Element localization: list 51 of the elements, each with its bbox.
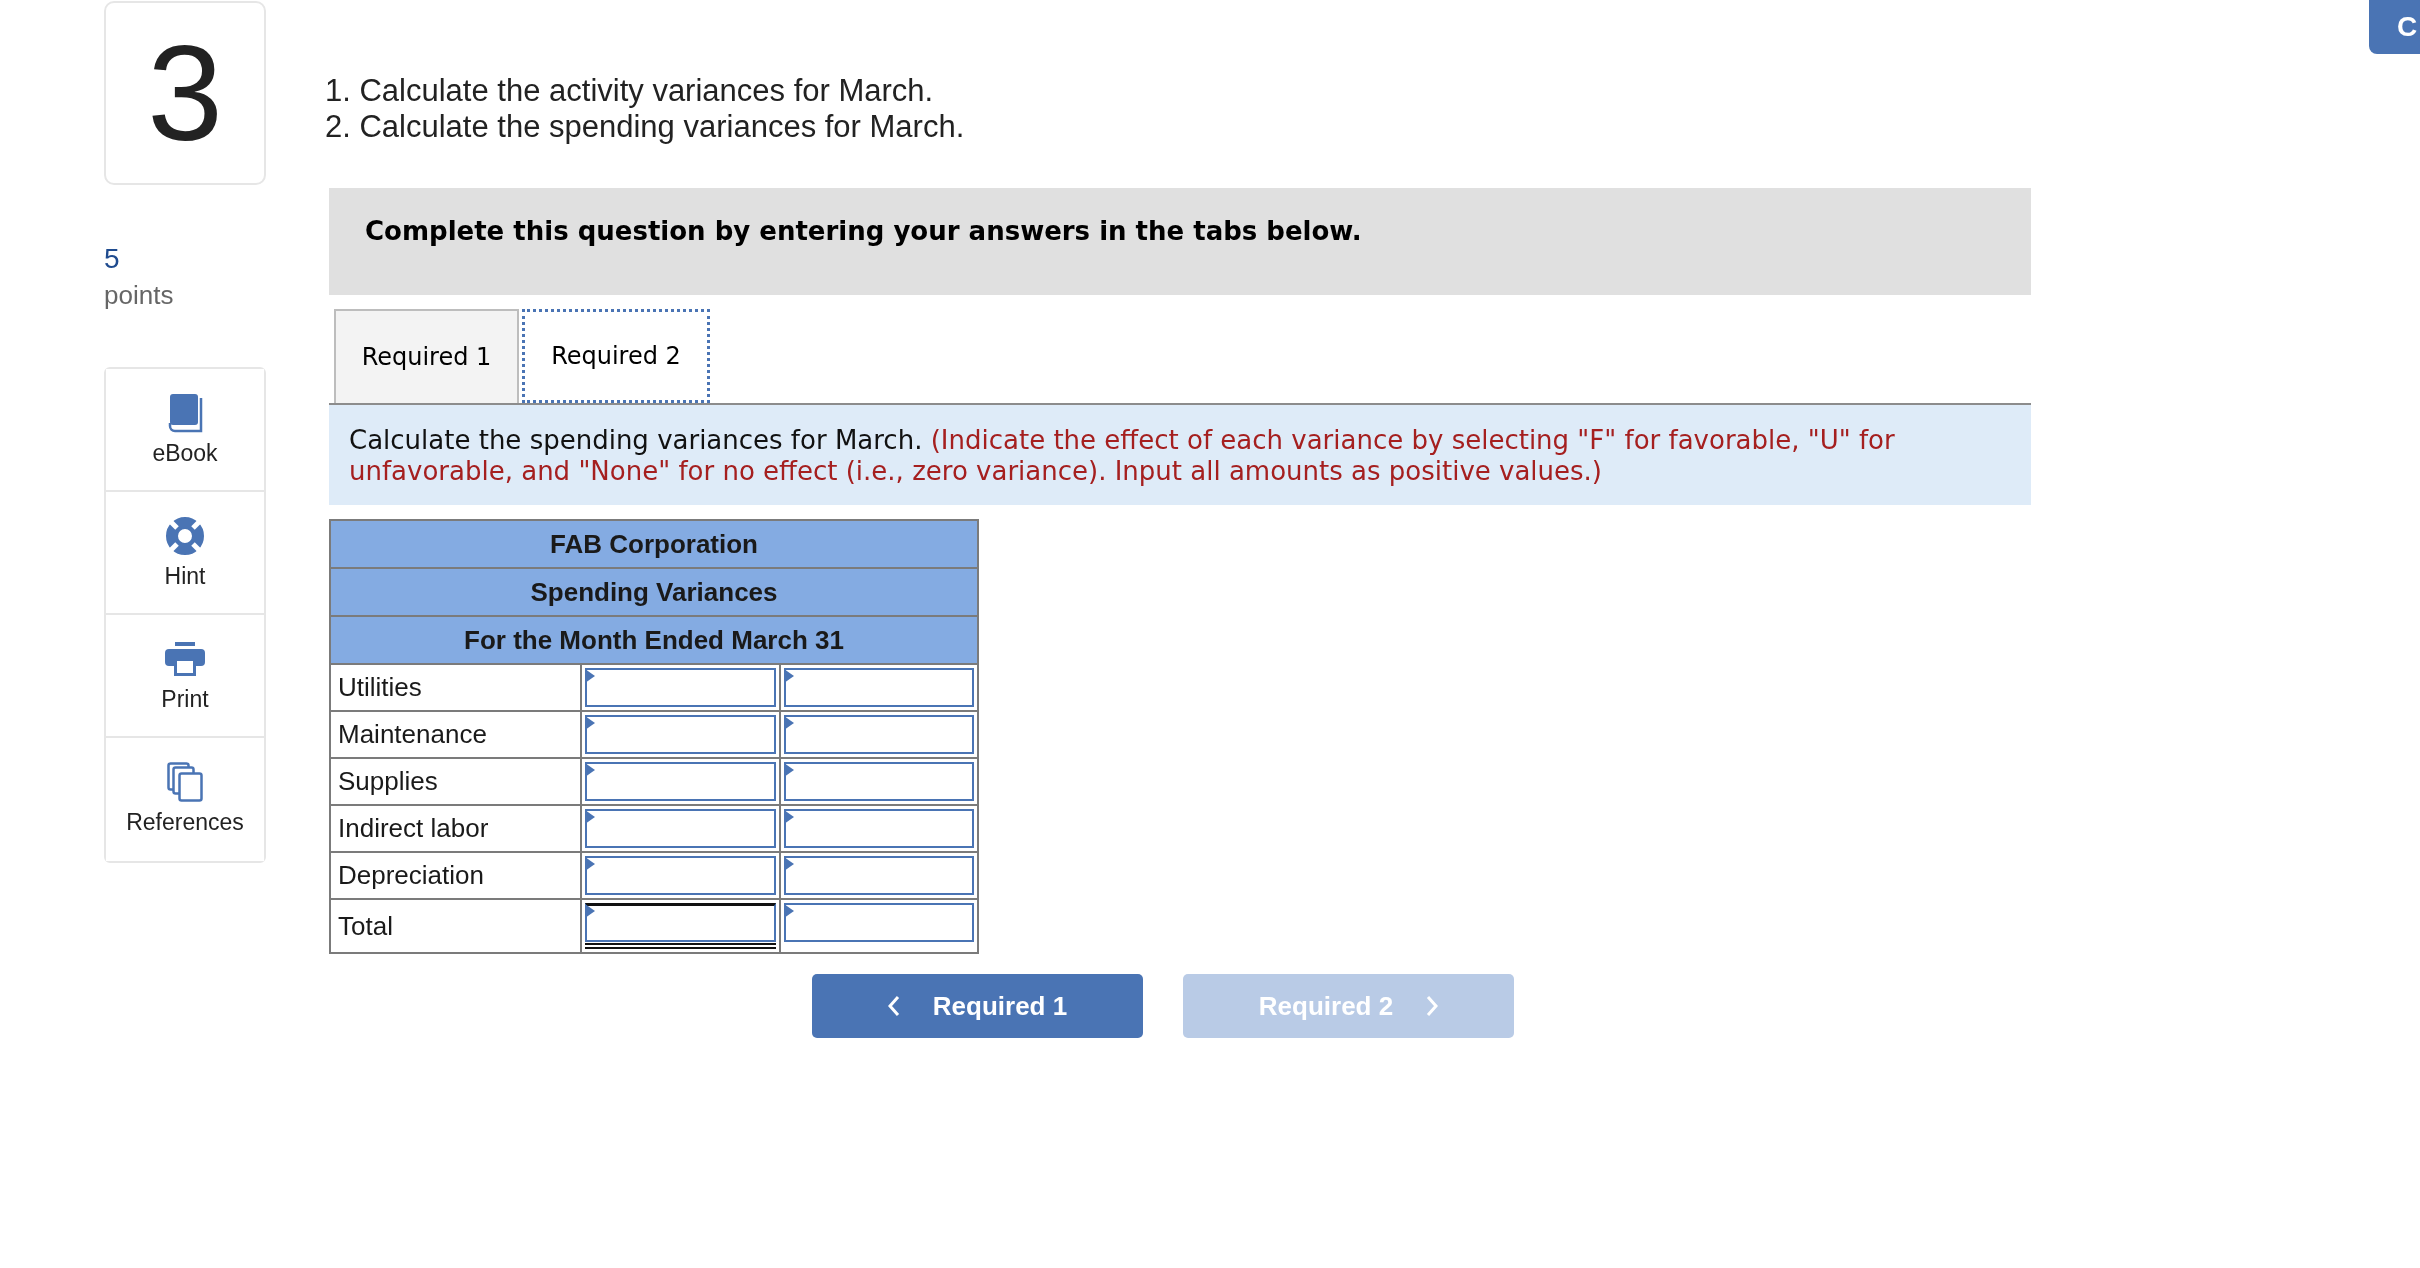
row-label: Maintenance <box>330 711 582 758</box>
instruction-text: 1. Calculate the activity variances for March. <box>325 73 934 109</box>
row-label: Utilities <box>330 664 582 711</box>
header-button[interactable]: C <box>2369 0 2420 54</box>
triangle-icon <box>585 857 596 871</box>
banner-text: Complete this question by entering your answers in the tabs below. <box>365 215 1362 247</box>
chevron-right-icon <box>1426 995 1439 1017</box>
input-field[interactable] <box>585 668 776 707</box>
input-field[interactable] <box>585 762 776 801</box>
tool-button[interactable]: eBook <box>106 369 264 492</box>
row-label: Total <box>330 899 582 953</box>
points-value: 5 <box>104 242 120 276</box>
chevron-left-icon <box>887 995 900 1017</box>
input-field[interactable] <box>585 715 776 754</box>
tab[interactable]: Required 2 <box>522 309 710 403</box>
input-field[interactable] <box>783 715 974 754</box>
pages-icon <box>167 762 203 802</box>
input-field[interactable] <box>585 809 776 848</box>
triangle-icon <box>585 904 596 918</box>
triangle-icon <box>585 763 596 777</box>
triangle-icon <box>783 763 794 777</box>
triangle-icon <box>783 904 794 918</box>
triangle-icon <box>783 716 794 730</box>
input-field[interactable] <box>783 762 974 801</box>
input-field[interactable] <box>585 856 776 895</box>
triangle-icon <box>585 669 596 683</box>
row-label: Supplies <box>330 758 582 805</box>
triangle-icon <box>585 810 596 824</box>
book-icon <box>167 393 203 433</box>
input-field[interactable] <box>783 668 974 707</box>
printer-icon <box>165 642 205 676</box>
row-label: Depreciation <box>330 852 582 899</box>
table-title: For the Month Ended March 31 <box>330 616 978 664</box>
input-field[interactable] <box>783 903 974 942</box>
points-label: points <box>104 279 174 312</box>
table-title: Spending Variances <box>330 568 978 616</box>
table-title: FAB Corporation <box>330 520 978 568</box>
triangle-icon <box>783 810 794 824</box>
tab[interactable]: Required 1 <box>334 309 519 403</box>
input-field[interactable] <box>585 903 776 942</box>
triangle-icon <box>783 857 794 871</box>
instruction-text: 2. Calculate the spending variances for March. <box>325 109 965 145</box>
question-number: 3 <box>147 25 223 161</box>
prompt-text: Calculate the spending variances for March. (Indicate the effect of each variance by selecting "F" for favorable, "U" for unfavorable, and "None" for no effect (i.e., zero variance). Input all amounts as positive values.) <box>349 425 1896 487</box>
triangle-icon <box>585 716 596 730</box>
input-field[interactable] <box>783 856 974 895</box>
lifebuoy-icon <box>165 516 205 556</box>
triangle-icon <box>783 669 794 683</box>
row-label: Indirect labor <box>330 805 582 852</box>
input-field[interactable] <box>783 809 974 848</box>
nav-button[interactable]: Required 1 <box>812 974 1143 1038</box>
